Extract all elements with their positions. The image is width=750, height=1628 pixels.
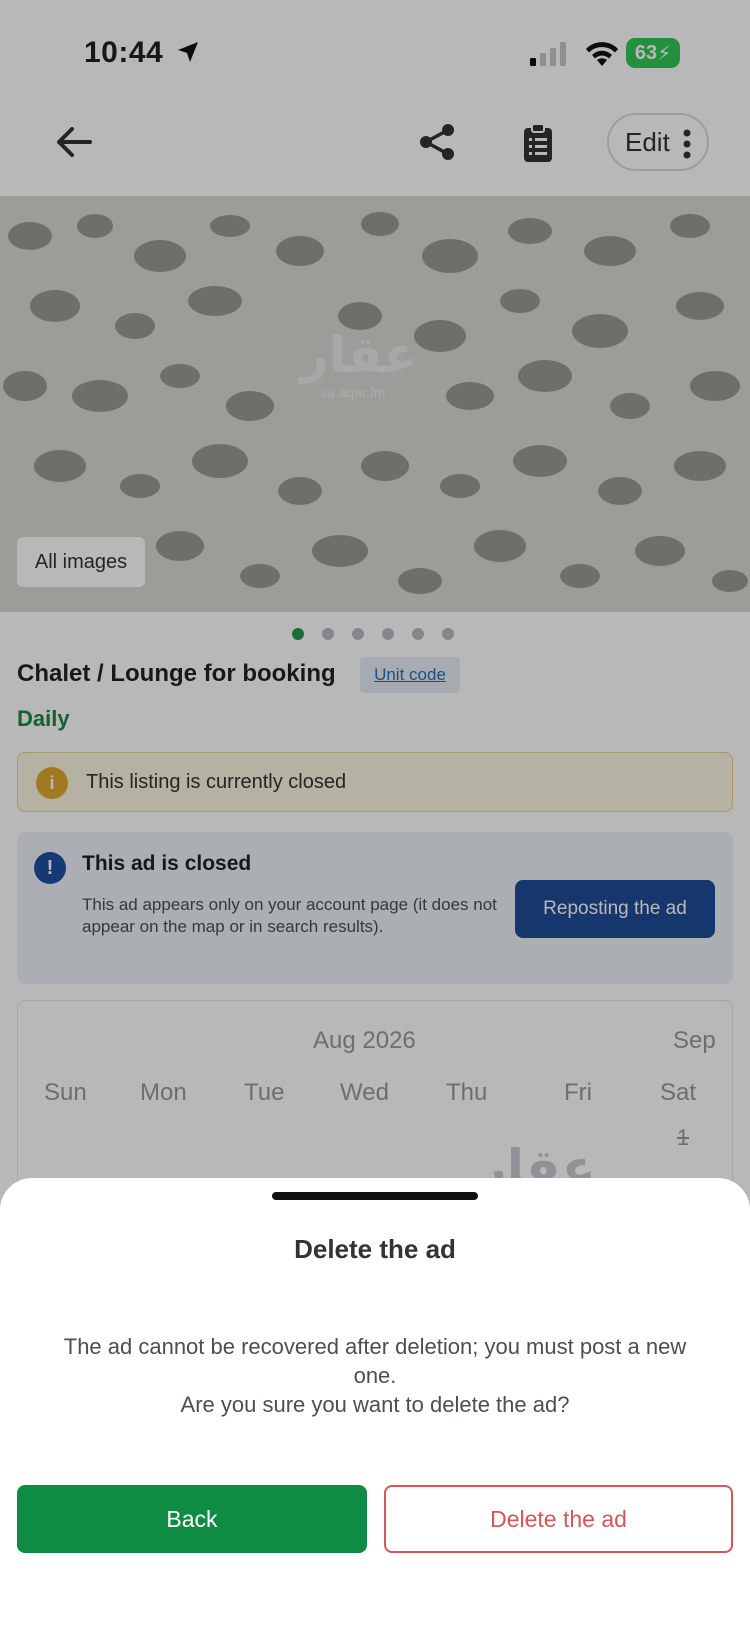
dialog-title: Delete the ad bbox=[294, 1234, 456, 1264]
sheet-grabber[interactable] bbox=[272, 1192, 478, 1200]
delete-ad-sheet: Delete the ad The ad cannot be recovered… bbox=[0, 1178, 750, 1628]
dialog-message-line: Are you sure you want to delete the ad? bbox=[180, 1392, 570, 1417]
dialog-message-line: The ad cannot be recovered after deletio… bbox=[63, 1334, 687, 1388]
back-button[interactable]: Back bbox=[17, 1485, 367, 1553]
delete-ad-button[interactable]: Delete the ad bbox=[384, 1485, 733, 1553]
dialog-message: The ad cannot be recovered after deletio… bbox=[40, 1332, 710, 1419]
